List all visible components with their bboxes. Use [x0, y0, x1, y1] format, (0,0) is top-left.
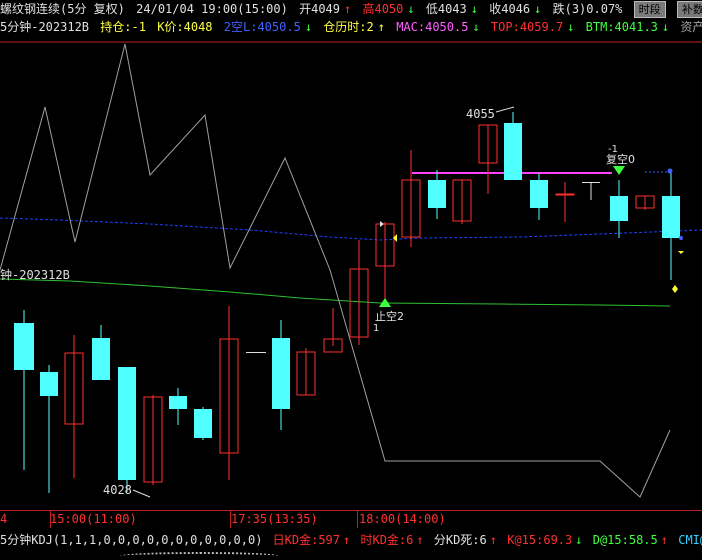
down-arrow-icon: ↓ [472, 20, 480, 34]
position-value: 持仓:-1 [100, 20, 146, 34]
time-label-1: 15:00(11:00) [50, 512, 137, 526]
contract-label: 钟-202312B [0, 267, 70, 282]
time-axis: 4 15:00(11:00) 17:35(13:35) 18:00(14:00) [0, 510, 702, 528]
candle-down[interactable] [662, 196, 680, 238]
indicator-name: 5分钟KDJ(1,1,1,0,0,0,0,0,0,0,0,0,0,0) [0, 533, 263, 547]
time-axis-line [0, 510, 702, 511]
candle-down[interactable] [246, 352, 266, 353]
k-price-value: K价:4048 [157, 20, 213, 34]
yellow-marker-icon [678, 251, 684, 254]
kdj-wave-strip [120, 552, 280, 560]
open-short-signal-icon [613, 166, 625, 175]
period-label: 5分钟-202312B [0, 20, 90, 34]
btm-value: BTM:4041.3 [585, 20, 658, 34]
gray-oscillator-line [0, 43, 671, 498]
time-label-left: 4 [0, 512, 8, 526]
time-label-2: 17:35(13:35) [231, 512, 318, 526]
yellow-marker-icon [672, 285, 678, 293]
low-price: 低4043 [425, 2, 467, 16]
down-arrow-icon: ↓ [407, 2, 415, 16]
down-arrow-icon: ↓ [661, 20, 670, 34]
candle-down[interactable] [14, 323, 34, 370]
cmi-value: CMI@15:8. [678, 533, 702, 547]
period-button[interactable]: 时段 [633, 1, 666, 18]
up-arrow-icon: ↑ [660, 533, 668, 547]
candle-down[interactable] [272, 338, 290, 409]
high-price-label: 4055 [466, 107, 495, 121]
low-price-label: 4028 [103, 483, 132, 497]
indicator-header: 5分钟-202312B 持仓:-1 K价:4048 2空L:4050.5 ↓ 仓历… [0, 18, 702, 36]
candle-down[interactable] [92, 338, 110, 380]
hour-kd-golden: 时KD金:6 [360, 533, 414, 547]
stop-short-num: 1 [373, 323, 379, 334]
asset-value: 资产:9998804 [680, 20, 702, 34]
time-tick [357, 510, 358, 528]
position-history-value: 仓历时:2 [323, 20, 374, 34]
close-price: 收4046 [489, 2, 531, 16]
high-price: 高4050 [362, 2, 404, 16]
kdj-indicator-bar: 5分钟KDJ(1,1,1,0,0,0,0,0,0,0,0,0,0,0) 日KD金… [0, 530, 702, 552]
k-value: K@15:69.3 [507, 533, 573, 547]
candle-up[interactable] [555, 193, 575, 196]
mac-value: MAC:4050.5 [396, 20, 469, 34]
high-pointer-line [495, 106, 515, 113]
up-arrow-icon: ↑ [489, 533, 497, 547]
up-arrow-icon: ↑ [343, 533, 351, 547]
candle-down[interactable] [504, 123, 522, 180]
top-value: TOP:4059.7 [490, 20, 564, 34]
blue-dot-icon [679, 236, 683, 240]
stop-short-label: 止空2 [375, 309, 404, 323]
time-label-3: 18:00(14:00) [359, 512, 446, 526]
blue-ma-line [0, 217, 702, 241]
down-arrow-icon: ↓ [567, 20, 575, 34]
open-price: 开4049 [299, 2, 340, 16]
change-value: 跌(3)0.07% [552, 2, 623, 16]
green-ma-line [0, 278, 671, 307]
down-arrow-icon: ↓ [304, 20, 313, 34]
bar-datetime: 24/01/04 19:00(15:00) [136, 2, 288, 16]
candlestick-chart[interactable]: 钟-202312B 4055 4028 止空2 1 复空0 -1 [0, 36, 702, 508]
candle-down[interactable] [40, 372, 58, 396]
candle-down[interactable] [530, 180, 548, 208]
up-arrow-icon: ↑ [377, 20, 385, 34]
minute-kd-dead: 分KD死:6 [433, 533, 487, 547]
up-arrow-icon: ↑ [344, 2, 352, 16]
down-arrow-icon: ↓ [534, 2, 542, 16]
blue-dot-icon [667, 168, 673, 174]
candle-down[interactable] [169, 396, 187, 409]
quote-header: 螺纹钢连续(5分 复权) 24/01/04 19:00(15:00) 开4049… [0, 0, 702, 18]
d-value: D@15:58.5 [592, 533, 658, 547]
candle-down[interactable] [610, 196, 628, 221]
supplement-data-button[interactable]: 补数据 [676, 1, 702, 18]
candle-down[interactable] [118, 367, 136, 480]
candle-down[interactable] [194, 409, 212, 438]
open-short-num: -1 [608, 144, 618, 155]
candles-group [14, 112, 680, 493]
day-kd-golden: 日KD金:597 [272, 533, 341, 547]
candle-down[interactable] [582, 182, 600, 183]
low-pointer-line [132, 489, 151, 498]
up-arrow-icon: ↑ [416, 533, 424, 547]
down-arrow-icon: ↓ [470, 2, 478, 16]
instrument-title: 螺纹钢连续(5分 复权) [0, 2, 125, 16]
short-entry-value: 2空L:4050.5 [223, 20, 301, 34]
candle-down[interactable] [428, 180, 446, 208]
white-arrow-icon [380, 221, 384, 227]
down-arrow-icon: ↓ [575, 533, 583, 547]
stop-short-signal-icon [379, 298, 391, 307]
